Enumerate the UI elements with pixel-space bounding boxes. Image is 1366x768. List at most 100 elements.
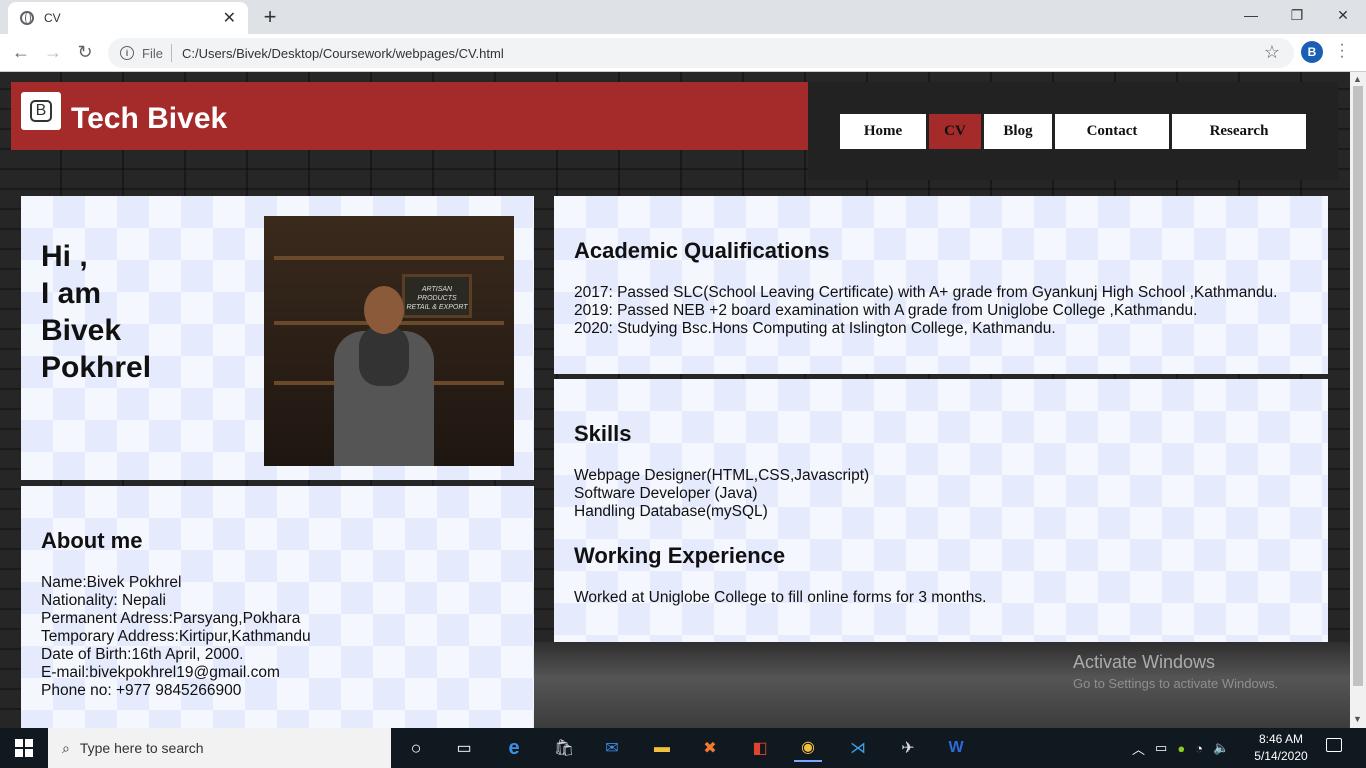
main-nav: Home CV Blog Contact Research xyxy=(808,82,1338,180)
about-panel: About me Name:Bivek Pokhrel Nationality:… xyxy=(21,486,534,728)
office-icon[interactable]: ◧ xyxy=(746,734,774,762)
shop-sign: ARTISAN PRODUCTS RETAIL & EXPORT xyxy=(402,274,472,318)
about-title: About me xyxy=(41,528,143,553)
person-scarf xyxy=(359,326,409,386)
nav-research[interactable]: Research xyxy=(1172,114,1306,149)
scroll-up-icon[interactable]: ▲ xyxy=(1353,74,1362,84)
work-title: Working Experience xyxy=(574,543,786,568)
scrollbar-thumb[interactable] xyxy=(1353,86,1363,686)
logo-letter: B xyxy=(29,100,53,122)
tab-title: CV xyxy=(44,11,61,25)
chevron-up-icon[interactable]: ︿ xyxy=(1132,739,1145,758)
about-line: E-mail:bivekpokhrel19@gmail.com xyxy=(41,664,280,681)
taskbar-search[interactable]: ⌕ Type here to search xyxy=(48,728,391,768)
clock-time: 8:46 AM xyxy=(1258,732,1304,746)
page-scrollbar[interactable]: ▲ ▼ xyxy=(1350,72,1366,728)
about-line: Nationality: Nepali xyxy=(41,592,166,609)
search-placeholder: Type here to search xyxy=(79,740,204,756)
chrome-icon[interactable]: ◉ xyxy=(794,734,822,762)
browser-toolbar: ← → ↻ i File C:/Users/Bivek/Desktop/Cour… xyxy=(0,34,1366,72)
activation-watermark-title: Activate Windows xyxy=(1073,652,1216,672)
store-icon[interactable]: 🛍 xyxy=(550,734,578,762)
skills-title: Skills xyxy=(574,421,632,446)
person-head xyxy=(364,286,404,334)
address-separator xyxy=(170,44,172,62)
activation-watermark-subtitle: Go to Settings to activate Windows. xyxy=(1073,676,1279,691)
site-header: B Tech Bivek xyxy=(11,82,808,150)
nav-blog[interactable]: Blog xyxy=(984,114,1052,149)
nav-home[interactable]: Home xyxy=(840,114,926,149)
academic-details: 2017: Passed SLC(School Leaving Certific… xyxy=(574,284,1278,338)
cortana-icon[interactable]: ○ xyxy=(402,734,430,762)
close-window-button[interactable]: ✕ xyxy=(1320,0,1366,30)
site-title: Tech Bivek xyxy=(71,102,228,135)
academic-line: 2020: Studying Bsc.Hons Computing at Isl… xyxy=(574,320,1056,337)
url-text[interactable]: C:/Users/Bivek/Desktop/Coursework/webpag… xyxy=(182,46,504,61)
task-view-icon[interactable]: ▭ xyxy=(450,734,478,762)
greeting-line: Pokhrel xyxy=(41,351,152,384)
academic-line: 2017: Passed SLC(School Leaving Certific… xyxy=(574,284,1278,301)
clock-date: 5/14/2020 xyxy=(1254,749,1308,763)
xampp-icon[interactable]: ✖ xyxy=(696,734,724,762)
academic-line: 2019: Passed NEB +2 board examination wi… xyxy=(574,302,1198,319)
battery-icon[interactable]: ▭ xyxy=(1155,740,1167,756)
skills-panel: Skills Webpage Designer(HTML,CSS,Javascr… xyxy=(554,379,1328,642)
greeting-heading: Hi , I am Bivek Pokhrel xyxy=(41,238,241,386)
academic-panel: Academic Qualifications 2017: Passed SLC… xyxy=(554,196,1328,374)
windows-taskbar: ⌕ Type here to search ○ ▭ e 🛍 ✉ ▬ ✖ ◧ ◉ … xyxy=(0,728,1366,768)
site-logo[interactable]: B xyxy=(21,92,61,130)
edge-icon[interactable]: e xyxy=(500,734,528,762)
back-arrow-icon[interactable]: ← xyxy=(10,42,32,63)
system-tray: ︿ ▭ ● ◔ 🔈 xyxy=(1132,728,1229,768)
address-bar[interactable]: i File C:/Users/Bivek/Desktop/Coursework… xyxy=(108,38,1294,68)
volume-icon[interactable]: 🔈 xyxy=(1213,740,1229,756)
close-tab-icon[interactable]: ✕ xyxy=(223,8,236,28)
nav-cv[interactable]: CV xyxy=(929,114,981,149)
shelf xyxy=(274,256,504,260)
skills-details: Webpage Designer(HTML,CSS,Javascript) So… xyxy=(574,467,869,521)
new-tab-button[interactable]: + xyxy=(258,4,282,30)
start-button[interactable] xyxy=(0,728,48,768)
about-line: Phone no: +977 9845266900 xyxy=(41,682,242,699)
status-app-icon[interactable]: ● xyxy=(1177,741,1185,756)
about-line: Temporary Address:Kirtipur,Kathmandu xyxy=(41,628,311,645)
skill-line: Handling Database(mySQL) xyxy=(574,503,768,520)
search-icon: ⌕ xyxy=(62,739,70,756)
page-viewport: B Tech Bivek Home CV Blog Contact Resear… xyxy=(0,72,1350,728)
greeting-line: Hi , xyxy=(41,240,88,273)
globe-icon xyxy=(20,11,34,25)
browser-tab[interactable]: CV ✕ xyxy=(8,2,248,34)
scroll-down-icon[interactable]: ▼ xyxy=(1353,714,1362,724)
app-icon[interactable]: ✈ xyxy=(894,734,922,762)
kebab-menu-icon[interactable]: · · · xyxy=(1336,37,1348,65)
taskbar-clock[interactable]: 8:46 AM 5/14/2020 xyxy=(1250,731,1312,765)
minimize-button[interactable]: — xyxy=(1228,0,1274,30)
star-icon[interactable]: ☆ xyxy=(1264,42,1280,63)
windows-logo-icon xyxy=(15,739,33,757)
reload-icon[interactable]: ↻ xyxy=(74,42,96,63)
about-line: Date of Birth:16th April, 2000. xyxy=(41,646,244,663)
notification-icon[interactable] xyxy=(1326,738,1342,752)
vscode-icon[interactable]: ⋊ xyxy=(844,734,872,762)
work-details: Worked at Uniglobe College to fill onlin… xyxy=(574,589,986,607)
work-line: Worked at Uniglobe College to fill onlin… xyxy=(574,589,987,606)
word-icon[interactable]: W xyxy=(942,734,970,762)
about-details: Name:Bivek Pokhrel Nationality: Nepali P… xyxy=(41,574,311,700)
about-line: Name:Bivek Pokhrel xyxy=(41,574,182,591)
forward-arrow-icon[interactable]: → xyxy=(42,42,64,63)
greeting-line: Bivek xyxy=(41,314,122,347)
profile-avatar[interactable]: B xyxy=(1301,41,1323,63)
mail-icon[interactable]: ✉ xyxy=(598,734,626,762)
nav-contact[interactable]: Contact xyxy=(1055,114,1169,149)
wifi-icon[interactable]: ◔ xyxy=(1195,741,1203,756)
skill-line: Webpage Designer(HTML,CSS,Javascript) xyxy=(574,467,870,484)
file-explorer-icon[interactable]: ▬ xyxy=(648,734,676,762)
info-icon[interactable]: i xyxy=(120,46,134,60)
about-line: Permanent Adress:Parsyang,Pokhara xyxy=(41,610,301,627)
tab-strip: CV ✕ + — ❐ ✕ xyxy=(0,0,1366,34)
file-label: File xyxy=(142,45,163,61)
academic-title: Academic Qualifications xyxy=(574,238,830,263)
intro-panel: Hi , I am Bivek Pokhrel ARTISAN PRODUCTS… xyxy=(21,196,534,480)
restore-button[interactable]: ❐ xyxy=(1274,0,1320,30)
skill-line: Software Developer (Java) xyxy=(574,485,758,502)
